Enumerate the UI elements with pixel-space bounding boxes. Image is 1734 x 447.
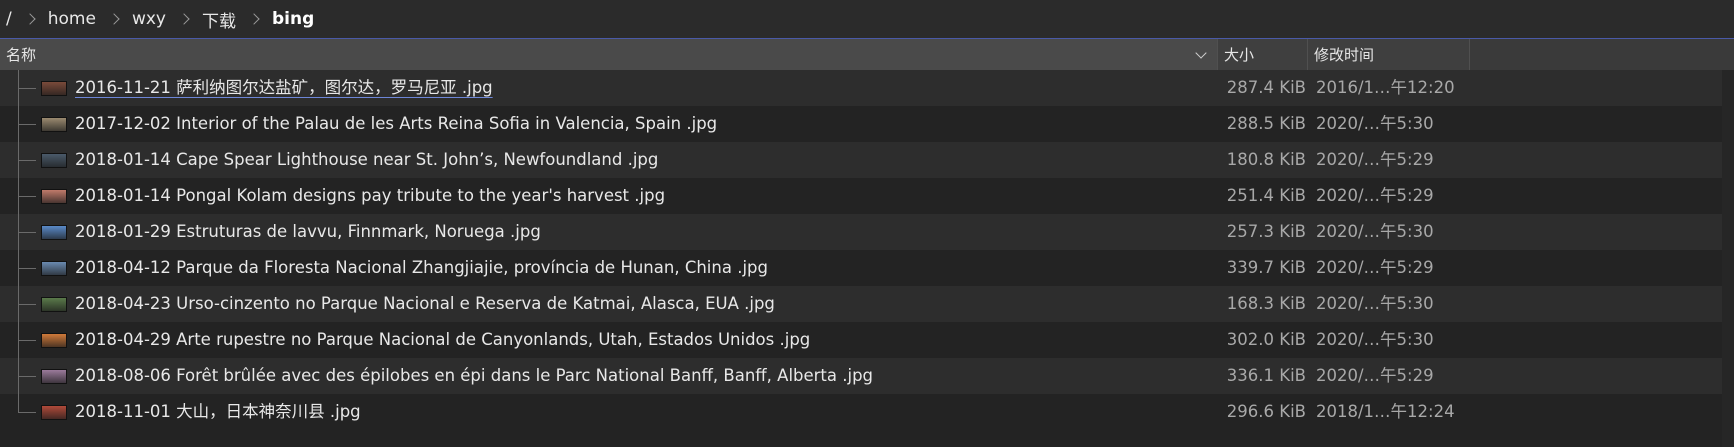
file-modified-time: 2020/…午5:29 bbox=[1316, 366, 1434, 385]
breadcrumb-root[interactable]: / bbox=[0, 7, 16, 31]
file-name: 2018-01-29 Estruturas de lavvu, Finnmark… bbox=[75, 222, 541, 241]
file-size: 168.3 KiB bbox=[1226, 294, 1306, 313]
breadcrumb-current[interactable]: bing bbox=[268, 7, 318, 31]
file-name: 2018-04-12 Parque da Floresta Nacional Z… bbox=[75, 258, 768, 277]
table-row[interactable]: 2016-11-21 萨利纳图尔达盐矿，图尔达，罗马尼亚 .jpg 287.4 K… bbox=[0, 70, 1734, 106]
tree-line bbox=[18, 232, 36, 233]
table-row[interactable]: 2018-01-29 Estruturas de lavvu, Finnmark… bbox=[0, 214, 1734, 250]
file-modified-time: 2020/…午5:30 bbox=[1316, 294, 1434, 313]
file-modified-time: 2020/…午5:30 bbox=[1316, 330, 1434, 349]
image-thumbnail-icon bbox=[41, 405, 67, 420]
breadcrumb-downloads[interactable]: 下载 bbox=[198, 5, 240, 34]
chevron-right-icon bbox=[180, 14, 190, 24]
table-row[interactable]: 2018-01-14 Cape Spear Lighthouse near St… bbox=[0, 142, 1734, 178]
tree-line bbox=[18, 268, 36, 269]
tree-line bbox=[18, 394, 19, 412]
column-header-size-label: 大小 bbox=[1224, 46, 1255, 64]
table-row[interactable]: 2018-01-14 Pongal Kolam designs pay trib… bbox=[0, 178, 1734, 214]
file-size: 339.7 KiB bbox=[1226, 258, 1306, 277]
image-thumbnail-icon bbox=[41, 189, 67, 204]
chevron-right-icon bbox=[110, 14, 120, 24]
file-size: 180.8 KiB bbox=[1226, 150, 1306, 169]
table-row[interactable]: 2018-04-12 Parque da Floresta Nacional Z… bbox=[0, 250, 1734, 286]
file-name: 2018-01-14 Cape Spear Lighthouse near St… bbox=[75, 150, 659, 169]
image-thumbnail-icon bbox=[41, 297, 67, 312]
chevron-right-icon bbox=[250, 14, 260, 24]
file-size: 336.1 KiB bbox=[1226, 366, 1306, 385]
sort-descending-icon bbox=[1195, 47, 1207, 59]
column-header-size[interactable]: 大小 bbox=[1218, 39, 1308, 70]
chevron-right-icon bbox=[26, 14, 36, 24]
column-header-modified-label: 修改时间 bbox=[1314, 46, 1375, 64]
tree-line bbox=[18, 124, 36, 125]
column-header-filler bbox=[1470, 39, 1734, 70]
file-modified-time: 2020/…午5:29 bbox=[1316, 150, 1434, 169]
file-name: 2017-12-02 Interior of the Palau de les … bbox=[75, 114, 718, 133]
file-modified-time: 2020/…午5:29 bbox=[1316, 186, 1434, 205]
file-size: 251.4 KiB bbox=[1226, 186, 1306, 205]
file-rows: 2016-11-21 萨利纳图尔达盐矿，图尔达，罗马尼亚 .jpg 287.4 K… bbox=[0, 70, 1734, 430]
image-thumbnail-icon bbox=[41, 225, 67, 240]
table-row[interactable]: 2017-12-02 Interior of the Palau de les … bbox=[0, 106, 1734, 142]
breadcrumb: / home wxy 下载 bing bbox=[0, 0, 1734, 38]
file-size: 287.4 KiB bbox=[1226, 78, 1306, 97]
tree-line bbox=[18, 376, 36, 377]
image-thumbnail-icon bbox=[41, 333, 67, 348]
table-row[interactable]: 2018-11-01 大山，日本神奈川县 .jpg 296.6 KiB 2018/1… bbox=[0, 394, 1734, 430]
file-modified-time: 2016/1…午12:20 bbox=[1316, 78, 1455, 97]
tree-line bbox=[18, 160, 36, 161]
image-thumbnail-icon bbox=[41, 153, 67, 168]
image-thumbnail-icon bbox=[41, 369, 67, 384]
table-row[interactable]: 2018-08-06 Forêt brûlée avec des épilobe… bbox=[0, 358, 1734, 394]
table-row[interactable]: 2018-04-23 Urso-cinzento no Parque Nacio… bbox=[0, 286, 1734, 322]
breadcrumb-wxy[interactable]: wxy bbox=[128, 7, 170, 31]
file-modified-time: 2020/…午5:30 bbox=[1316, 114, 1434, 133]
tree-line bbox=[18, 412, 36, 413]
breadcrumb-home[interactable]: home bbox=[44, 7, 100, 31]
column-header-modified[interactable]: 修改时间 bbox=[1308, 39, 1470, 70]
file-list-table: 名称 大小 修改时间 2016-11-21 萨利纳图尔达盐矿，图尔达，罗马尼亚 … bbox=[0, 38, 1734, 447]
tree-line bbox=[18, 304, 36, 305]
file-modified-time: 2020/…午5:30 bbox=[1316, 222, 1434, 241]
file-manager-window: / home wxy 下载 bing 名称 大小 修改时间 2016-11-21… bbox=[0, 0, 1734, 447]
image-thumbnail-icon bbox=[41, 81, 67, 96]
file-size: 288.5 KiB bbox=[1226, 114, 1306, 133]
file-modified-time: 2018/1…午12:24 bbox=[1316, 402, 1455, 421]
image-thumbnail-icon bbox=[41, 117, 67, 132]
table-row[interactable]: 2018-04-29 Arte rupestre no Parque Nacio… bbox=[0, 322, 1734, 358]
file-name: 2018-04-23 Urso-cinzento no Parque Nacio… bbox=[75, 294, 775, 313]
column-header-name-label: 名称 bbox=[6, 46, 37, 64]
table-header: 名称 大小 修改时间 bbox=[0, 38, 1734, 70]
file-name: 2018-01-14 Pongal Kolam designs pay trib… bbox=[75, 186, 666, 205]
column-header-name[interactable]: 名称 bbox=[0, 39, 1218, 70]
file-size: 302.0 KiB bbox=[1226, 330, 1306, 349]
file-name: 2018-04-29 Arte rupestre no Parque Nacio… bbox=[75, 330, 811, 349]
file-name: 2016-11-21 萨利纳图尔达盐矿，图尔达，罗马尼亚 .jpg bbox=[75, 78, 493, 97]
tree-line bbox=[18, 88, 36, 89]
tree-line bbox=[18, 340, 36, 341]
tree-line bbox=[18, 196, 36, 197]
vertical-scrollbar[interactable] bbox=[1722, 70, 1734, 447]
image-thumbnail-icon bbox=[41, 261, 67, 276]
file-name: 2018-11-01 大山，日本神奈川县 .jpg bbox=[75, 402, 361, 421]
file-size: 257.3 KiB bbox=[1226, 222, 1306, 241]
file-name: 2018-08-06 Forêt brûlée avec des épilobe… bbox=[75, 366, 874, 385]
file-size: 296.6 KiB bbox=[1226, 402, 1306, 421]
file-modified-time: 2020/…午5:29 bbox=[1316, 258, 1434, 277]
